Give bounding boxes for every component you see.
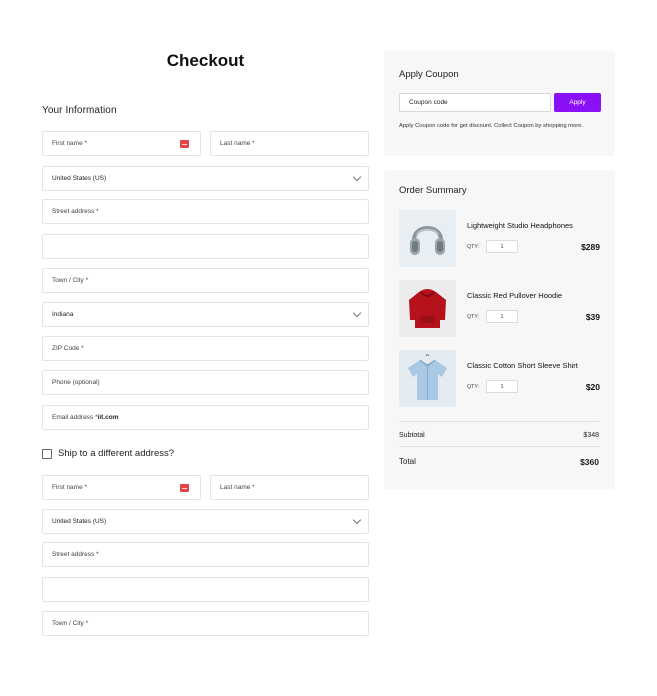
coupon-input[interactable]: Coupon code xyxy=(399,93,551,112)
ship-different-checkbox[interactable] xyxy=(42,448,52,459)
coupon-panel: Apply Coupon Coupon code Apply Apply Cou… xyxy=(384,51,615,156)
summary-divider xyxy=(399,446,599,447)
shipping-street2-field[interactable] xyxy=(42,577,369,602)
first-name-placeholder: First name * xyxy=(52,140,88,147)
qty-input[interactable]: 1 xyxy=(486,380,518,393)
country-value: United States (US) xyxy=(52,175,107,182)
qty-input[interactable]: 1 xyxy=(486,240,518,253)
apply-coupon-button[interactable]: Apply xyxy=(554,93,601,112)
state-value: Indiana xyxy=(52,311,74,318)
subtotal-label: Subtotal xyxy=(399,432,425,439)
street-placeholder: Street address * xyxy=(52,551,99,558)
summary-divider xyxy=(399,421,599,422)
coupon-help-text: Apply Coupon code for get discount. Coll… xyxy=(399,123,584,129)
item-price: $289 xyxy=(581,242,600,252)
headphones-icon xyxy=(399,210,456,267)
subtotal-value: $348 xyxy=(583,432,599,439)
chevron-down-icon xyxy=(352,308,362,318)
billing-email-field[interactable]: Email address * iit.com xyxy=(42,405,369,430)
item-price: $39 xyxy=(585,312,600,322)
chevron-down-icon xyxy=(352,515,362,525)
city-placeholder: Town / City * xyxy=(52,620,89,627)
your-information-heading: Your Information xyxy=(42,105,117,116)
shipping-city-field[interactable]: Town / City * xyxy=(42,611,369,636)
qty-label: QTY: xyxy=(467,314,480,320)
qty-label: QTY: xyxy=(467,244,480,250)
billing-state-select[interactable]: Indiana xyxy=(42,302,369,327)
phone-placeholder: Phone (optional) xyxy=(52,379,100,386)
page-title: Checkout xyxy=(166,51,245,70)
billing-street2-field[interactable] xyxy=(42,234,369,259)
item-name: Classic Cotton Short Sleeve Shirt xyxy=(467,361,578,370)
ship-different-toggle[interactable]: Ship to a different address? xyxy=(42,448,174,459)
autofill-icon[interactable] xyxy=(180,484,189,492)
country-value: United States (US) xyxy=(52,518,107,525)
ship-different-label: Ship to a different address? xyxy=(58,448,175,459)
billing-last-name-field[interactable]: Last name * xyxy=(210,131,369,156)
order-item: Lightweight Studio Headphones QTY: 1 $28… xyxy=(399,210,600,268)
total-row: Total $360 xyxy=(399,457,599,467)
shipping-first-name-field[interactable]: First name * xyxy=(42,475,201,500)
coupon-title: Apply Coupon xyxy=(399,69,459,80)
billing-first-name-field[interactable]: First name * xyxy=(42,131,201,156)
shipping-last-name-field[interactable]: Last name * xyxy=(210,475,369,500)
item-price: $20 xyxy=(585,382,600,392)
shipping-country-select[interactable]: United States (US) xyxy=(42,509,369,534)
shirt-icon xyxy=(399,350,456,407)
last-name-placeholder: Last name * xyxy=(220,140,255,147)
billing-zip-field[interactable]: ZIP Code * xyxy=(42,336,369,361)
zip-placeholder: ZIP Code * xyxy=(52,345,84,352)
order-summary-panel: Order Summary Lightweight Studio Headpho… xyxy=(384,170,615,489)
city-placeholder: Town / City * xyxy=(52,277,89,284)
chevron-down-icon xyxy=(352,172,362,182)
autofill-icon[interactable] xyxy=(180,140,189,148)
billing-phone-field[interactable]: Phone (optional) xyxy=(42,370,369,395)
billing-street-field[interactable]: Street address * xyxy=(42,199,369,224)
hoodie-icon xyxy=(399,280,456,337)
subtotal-row: Subtotal $348 xyxy=(399,432,599,439)
qty-label: QTY: xyxy=(467,384,480,390)
total-value: $360 xyxy=(580,457,599,467)
billing-country-select[interactable]: United States (US) xyxy=(42,166,369,191)
first-name-placeholder: First name * xyxy=(52,484,88,491)
total-label: Total xyxy=(399,457,416,466)
order-item: Classic Cotton Short Sleeve Shirt QTY: 1… xyxy=(399,350,600,408)
item-name: Lightweight Studio Headphones xyxy=(467,221,573,230)
street-placeholder: Street address * xyxy=(52,208,99,215)
email-placeholder: Email address * xyxy=(52,414,98,421)
email-value: iit.com xyxy=(97,414,119,421)
order-summary-title: Order Summary xyxy=(399,185,467,196)
shipping-street-field[interactable]: Street address * xyxy=(42,542,369,567)
qty-input[interactable]: 1 xyxy=(486,310,518,323)
billing-city-field[interactable]: Town / City * xyxy=(42,268,369,293)
order-item: Classic Red Pullover Hoodie QTY: 1 $39 xyxy=(399,280,600,338)
last-name-placeholder: Last name * xyxy=(220,484,255,491)
item-name: Classic Red Pullover Hoodie xyxy=(467,291,563,300)
